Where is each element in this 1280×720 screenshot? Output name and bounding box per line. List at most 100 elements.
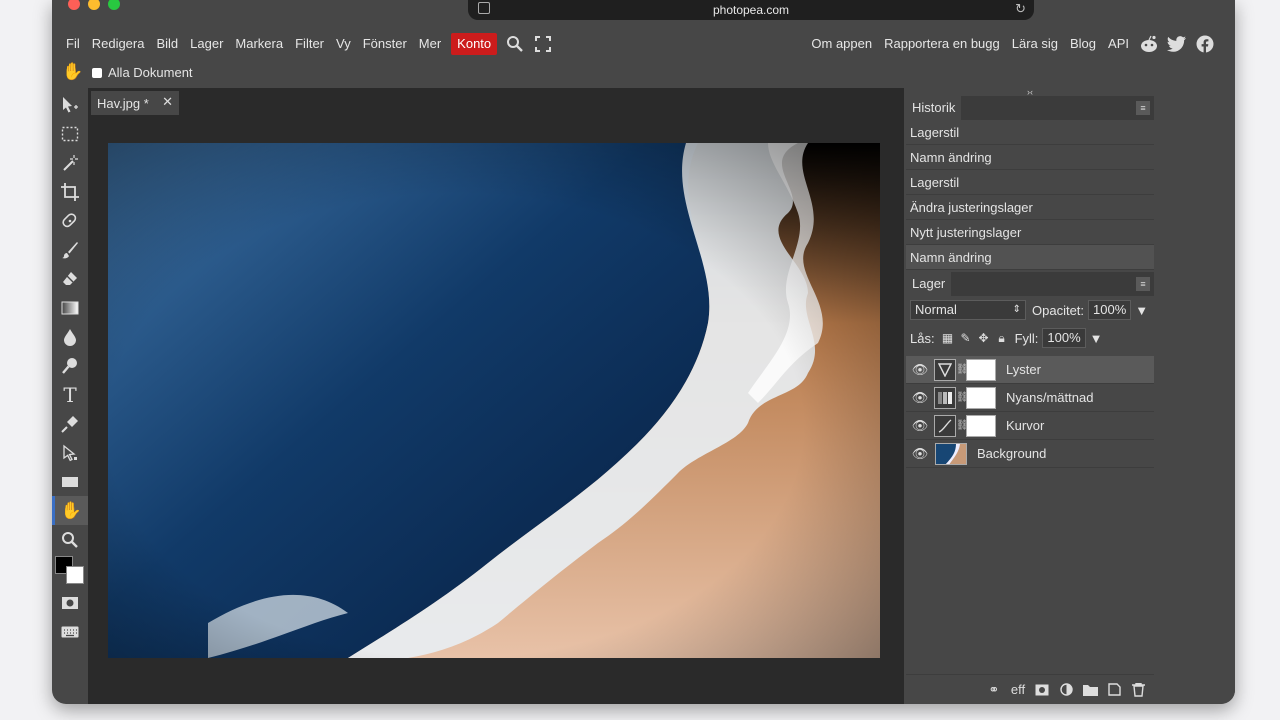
background-thumbnail[interactable] — [935, 442, 967, 465]
layer-row[interactable]: 👁︎ ⛓︎ Kurvor — [906, 412, 1154, 440]
lock-position-icon[interactable]: ✥ — [977, 331, 991, 345]
adjustment-layer-icon[interactable] — [1058, 683, 1074, 696]
close-tab-icon[interactable]: ✕ — [162, 94, 173, 110]
history-item[interactable]: Namn ändring — [906, 145, 1154, 170]
path-select-icon[interactable] — [52, 438, 88, 467]
right-panel-strip — [1154, 88, 1235, 704]
reddit-icon[interactable] — [1137, 33, 1161, 55]
fill-dropdown-icon[interactable]: ▼ — [1090, 331, 1103, 346]
history-tab[interactable]: Historik — [906, 96, 962, 120]
lock-transparency-icon[interactable]: ▦ — [941, 331, 955, 345]
link-icon[interactable]: ⛓︎ — [956, 420, 969, 431]
menu-layer[interactable]: Lager — [184, 33, 229, 55]
api-link[interactable]: API — [1102, 33, 1135, 55]
lock-row: Lås: ▦ ✎ ✥ 🔒︎ Fyll: 100% ▼ — [906, 324, 1154, 352]
menu-image[interactable]: Bild — [150, 33, 184, 55]
brush-tool-icon[interactable] — [52, 235, 88, 264]
dodge-tool-icon[interactable] — [52, 351, 88, 380]
blog-link[interactable]: Blog — [1064, 33, 1102, 55]
magic-wand-icon[interactable] — [52, 148, 88, 177]
all-documents-checkbox[interactable]: Alla Dokument — [92, 65, 193, 80]
close-window-button[interactable] — [68, 0, 80, 10]
fullscreen-icon[interactable] — [531, 33, 555, 55]
history-item[interactable]: Ändra justeringslager — [906, 195, 1154, 220]
history-panel: Historik ≡ Lagerstil Namn ändring Lagers… — [906, 96, 1154, 270]
account-button[interactable]: Konto — [451, 33, 498, 55]
effects-icon[interactable]: eff — [1010, 682, 1026, 697]
link-icon[interactable]: ⛓︎ — [956, 392, 969, 403]
history-item[interactable]: Lagerstil — [906, 170, 1154, 195]
about-link[interactable]: Om appen — [805, 33, 878, 55]
history-menu-icon[interactable]: ≡ — [1136, 101, 1150, 115]
layer-mask-thumbnail[interactable] — [966, 414, 996, 437]
eye-icon[interactable]: 👁︎ — [906, 362, 934, 378]
new-layer-icon[interactable] — [1106, 683, 1122, 696]
rectangle-tool-icon[interactable] — [52, 467, 88, 496]
search-icon[interactable] — [503, 33, 527, 55]
layer-row[interactable]: 👁︎ ⛓︎ Lyster — [906, 356, 1154, 384]
menu-more[interactable]: Mer — [413, 33, 447, 55]
eye-icon[interactable]: 👁︎ — [906, 418, 934, 434]
pen-tool-icon[interactable] — [52, 409, 88, 438]
layer-row[interactable]: 👁︎ ⛓︎ Nyans/mättnad — [906, 384, 1154, 412]
app-window: photopea.com ↻ Fil Redigera Bild Lager M… — [52, 0, 1235, 704]
menu-select[interactable]: Markera — [229, 33, 289, 55]
opacity-dropdown-icon[interactable]: ▼ — [1135, 303, 1148, 318]
crop-tool-icon[interactable] — [52, 177, 88, 206]
add-mask-icon[interactable] — [1034, 684, 1050, 696]
menu-filter[interactable]: Filter — [289, 33, 330, 55]
reload-icon[interactable]: ↻ — [1015, 1, 1026, 17]
lock-pixels-icon[interactable]: ✎ — [959, 331, 973, 345]
menu-file[interactable]: Fil — [60, 33, 86, 55]
fill-input[interactable]: 100% — [1042, 328, 1086, 348]
folder-icon[interactable] — [1082, 684, 1098, 696]
opacity-input[interactable]: 100% — [1088, 300, 1132, 320]
lock-all-icon[interactable]: 🔒︎ — [995, 331, 1009, 345]
healing-brush-icon[interactable] — [52, 206, 88, 235]
history-item-current[interactable]: Namn ändring — [906, 245, 1154, 270]
marquee-tool-icon[interactable] — [52, 119, 88, 148]
curves-icon — [934, 414, 956, 437]
eye-icon[interactable]: 👁︎ — [906, 446, 934, 462]
color-swatches[interactable] — [52, 554, 88, 588]
history-item[interactable]: Nytt justeringslager — [906, 220, 1154, 245]
blend-mode-select[interactable]: Normal ⇕ — [910, 300, 1026, 320]
menu-bar: Fil Redigera Bild Lager Markera Filter V… — [52, 30, 1235, 58]
facebook-icon[interactable] — [1193, 33, 1217, 55]
blur-tool-icon[interactable] — [52, 322, 88, 351]
history-item[interactable]: Lagerstil — [906, 120, 1154, 145]
zoom-window-button[interactable] — [108, 0, 120, 10]
layer-mask-thumbnail[interactable] — [966, 386, 996, 409]
link-icon[interactable]: ⛓︎ — [956, 364, 969, 375]
checkbox-box[interactable] — [92, 67, 102, 78]
eraser-tool-icon[interactable] — [52, 264, 88, 293]
address-bar[interactable]: photopea.com ↻ — [468, 0, 1034, 20]
layer-mask-thumbnail[interactable] — [966, 358, 996, 381]
menu-edit[interactable]: Redigera — [86, 33, 151, 55]
image-canvas[interactable] — [108, 143, 880, 658]
hand-tool-button[interactable]: ✋ — [52, 496, 88, 525]
learn-link[interactable]: Lära sig — [1006, 33, 1064, 55]
quick-mask-icon[interactable] — [52, 588, 88, 617]
layer-name: Background — [977, 446, 1047, 461]
layers-tab[interactable]: Lager — [906, 272, 952, 296]
menu-view[interactable]: Vy — [330, 33, 357, 55]
move-tool-icon[interactable] — [52, 90, 88, 119]
layers-menu-icon[interactable]: ≡ — [1136, 277, 1150, 291]
page-icon — [478, 2, 490, 14]
link-layers-icon[interactable]: ⚭ — [986, 682, 1002, 698]
report-bug-link[interactable]: Rapportera en bugg — [878, 33, 1006, 55]
eye-icon[interactable]: 👁︎ — [906, 390, 934, 406]
twitter-icon[interactable] — [1165, 33, 1189, 55]
minimize-window-button[interactable] — [88, 0, 100, 10]
background-color[interactable] — [66, 566, 84, 584]
type-tool-icon[interactable]: T — [52, 380, 88, 409]
zoom-tool-icon[interactable] — [52, 525, 88, 554]
gradient-tool-icon[interactable] — [52, 293, 88, 322]
layer-row[interactable]: 👁︎ Background — [906, 440, 1154, 468]
options-bar: ✋ Alla Dokument — [52, 60, 1235, 86]
menu-window[interactable]: Fönster — [357, 33, 413, 55]
keyboard-icon[interactable] — [52, 617, 88, 646]
trash-icon[interactable] — [1130, 682, 1146, 697]
document-tab[interactable]: Hav.jpg * ✕ — [91, 91, 179, 115]
